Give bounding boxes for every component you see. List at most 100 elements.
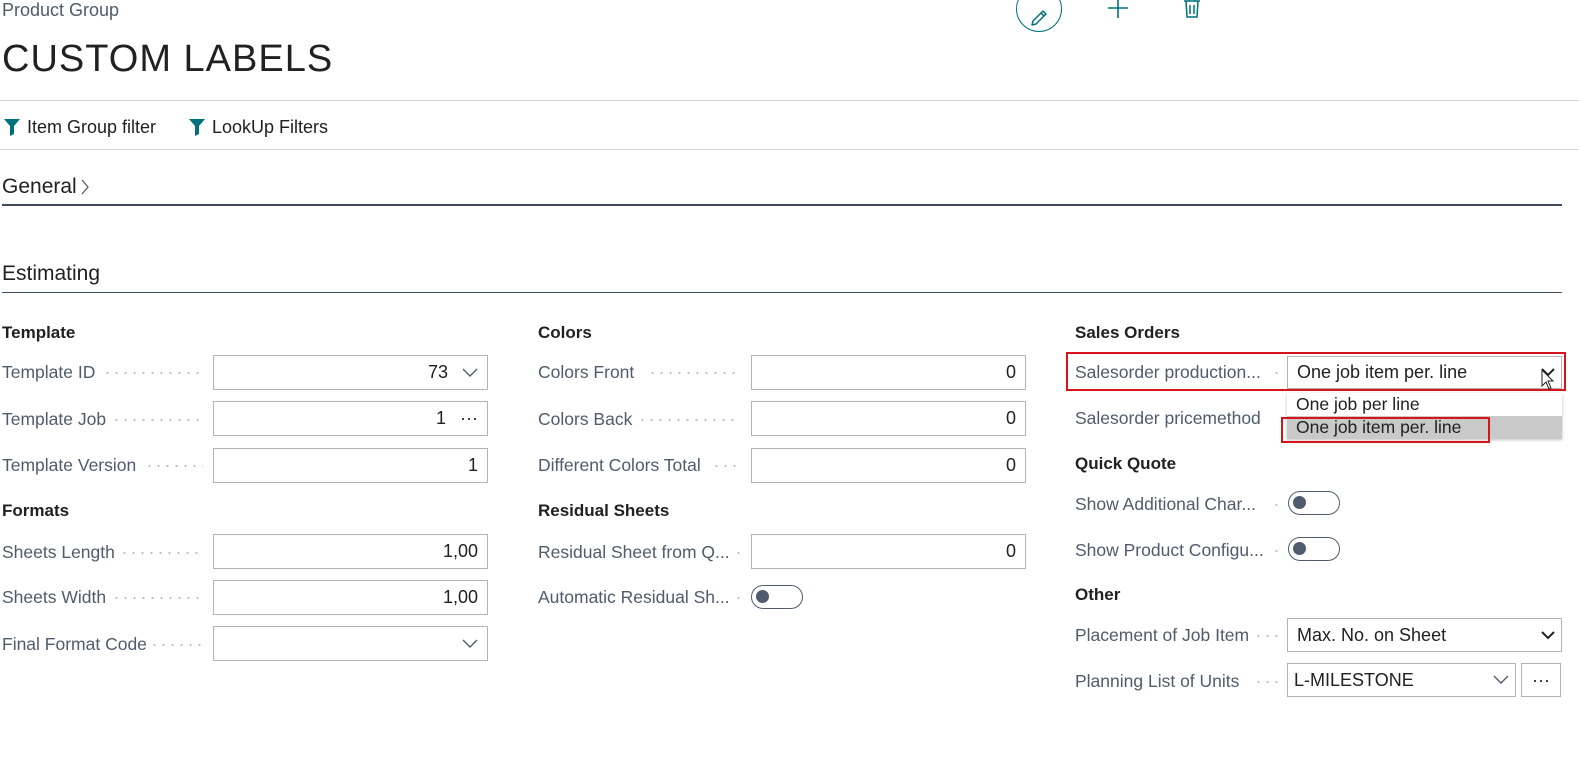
chevron-down-icon [1541, 630, 1555, 640]
leader-dots [112, 419, 203, 421]
salesorder-production-value: One job item per. line [1297, 362, 1468, 382]
page-title: CUSTOM LABELS [2, 38, 334, 80]
toggle-knob [756, 590, 769, 603]
chevron-down-icon [462, 368, 478, 378]
leader-dots [150, 644, 203, 646]
general-section-header[interactable]: General [2, 175, 90, 199]
template-job-value: 1 [436, 408, 447, 428]
other-group-heading: Other [1075, 585, 1121, 604]
delete-button[interactable] [1182, 0, 1202, 20]
planning-list-more-button[interactable]: ··· [1521, 663, 1561, 697]
colors-back-label: Colors Back [538, 409, 633, 429]
leader-dots [1272, 550, 1280, 552]
action-bar-separator [0, 149, 1579, 150]
template-version-label: Template Version [2, 455, 137, 475]
leader-dots [1254, 635, 1280, 637]
placement-of-job-item-value: Max. No. on Sheet [1297, 624, 1447, 645]
different-colors-total-label: Different Colors Total [538, 455, 701, 475]
final-format-code-field[interactable] [213, 626, 488, 661]
colors-back-value: 0 [1005, 408, 1016, 428]
estimating-section-title: Estimating [2, 262, 101, 285]
salesorder-production-select[interactable]: One job item per. line [1287, 356, 1562, 389]
sheets-length-value: 1,00 [442, 541, 478, 561]
placement-of-job-item-select[interactable]: Max. No. on Sheet [1287, 618, 1562, 652]
show-additional-charges-toggle[interactable] [1288, 491, 1340, 515]
leader-dots [120, 552, 203, 554]
leader-dots [712, 465, 740, 467]
lookup-filters-action[interactable]: LookUp Filters [188, 114, 328, 140]
leader-dots [734, 597, 742, 599]
template-version-field[interactable]: 1 [213, 448, 488, 483]
colors-back-field[interactable]: 0 [751, 401, 1026, 436]
residual-sheet-from-value: 0 [1005, 541, 1016, 561]
sheets-length-field[interactable]: 1,00 [213, 534, 488, 569]
leader-dots [638, 419, 740, 421]
residual-sheet-from-field[interactable]: 0 [751, 534, 1026, 569]
toggle-knob [1293, 542, 1306, 555]
toggle-knob [1293, 496, 1306, 509]
leader-dots [112, 597, 203, 599]
leader-dots [103, 372, 203, 374]
edit-button[interactable] [1016, 0, 1062, 32]
more-options-icon[interactable]: ··· [460, 408, 478, 429]
pencil-icon [1029, 8, 1049, 28]
show-product-configurator-toggle[interactable] [1288, 537, 1340, 561]
leader-dots [1272, 372, 1280, 374]
sheets-width-label: Sheets Width [2, 587, 107, 607]
leader-dots [1272, 504, 1280, 506]
formats-group-heading: Formats [2, 501, 70, 520]
trash-icon [1183, 0, 1201, 19]
final-format-code-label: Final Format Code [2, 634, 147, 654]
option-highlight [1281, 417, 1490, 443]
action-label: Item Group filter [27, 116, 157, 137]
leader-dots [145, 465, 203, 467]
template-id-label: Template ID [2, 362, 96, 382]
template-group-heading: Template [2, 323, 76, 342]
planning-list-of-units-field[interactable]: L-MILESTONE [1287, 663, 1516, 697]
leader-dots [648, 372, 740, 374]
leader-dots [1254, 681, 1280, 683]
filter-icon [188, 118, 206, 136]
general-section-line [2, 204, 1562, 206]
colors-group-heading: Colors [538, 323, 592, 342]
different-colors-total-value: 0 [1005, 455, 1016, 475]
chevron-down-icon [462, 639, 478, 649]
template-job-field[interactable]: 1 ··· [213, 401, 488, 436]
sheets-length-label: Sheets Length [2, 542, 115, 562]
general-section-title: General [2, 175, 77, 198]
placement-of-job-item-label: Placement of Job Item [1075, 625, 1250, 645]
salesorder-pricemethod-label: Salesorder pricemethod [1075, 408, 1261, 428]
chevron-right-icon [80, 178, 90, 196]
different-colors-total-field[interactable]: 0 [751, 448, 1026, 483]
automatic-residual-toggle[interactable] [751, 585, 803, 609]
template-id-value: 73 [427, 362, 448, 382]
salesorder-production-label: Salesorder production... [1075, 362, 1261, 382]
colors-front-field[interactable]: 0 [751, 355, 1026, 390]
dropdown-option[interactable]: One job per line [1287, 393, 1562, 416]
colors-front-value: 0 [1005, 362, 1016, 382]
leader-dots [734, 552, 742, 554]
action-label: LookUp Filters [212, 116, 329, 137]
template-job-label: Template Job [2, 409, 107, 429]
sales-orders-group-heading: Sales Orders [1075, 323, 1180, 342]
template-id-field[interactable]: 73 [213, 355, 488, 390]
mouse-cursor-icon [1541, 368, 1555, 396]
template-version-value: 1 [467, 455, 478, 475]
item-group-filter-action[interactable]: Item Group filter [3, 114, 156, 140]
planning-list-of-units-label: Planning List of Units [1075, 671, 1240, 691]
chevron-down-icon [1493, 675, 1509, 685]
colors-front-label: Colors Front [538, 362, 635, 382]
show-additional-charges-label: Show Additional Char... [1075, 494, 1256, 514]
show-product-configurator-label: Show Product Configu... [1075, 540, 1264, 560]
planning-list-of-units-value: L-MILESTONE [1294, 669, 1414, 690]
sheets-width-field[interactable]: 1,00 [213, 580, 488, 615]
estimating-section-line [2, 292, 1562, 293]
new-button[interactable] [1106, 0, 1130, 20]
header-separator [0, 100, 1579, 101]
residual-sheet-from-label: Residual Sheet from Q... [538, 542, 730, 562]
more-options-icon: ··· [1532, 669, 1550, 690]
sheets-width-value: 1,00 [442, 587, 478, 607]
filter-icon [3, 118, 21, 136]
residual-sheets-group-heading: Residual Sheets [538, 501, 670, 520]
automatic-residual-label: Automatic Residual Sh... [538, 587, 730, 607]
